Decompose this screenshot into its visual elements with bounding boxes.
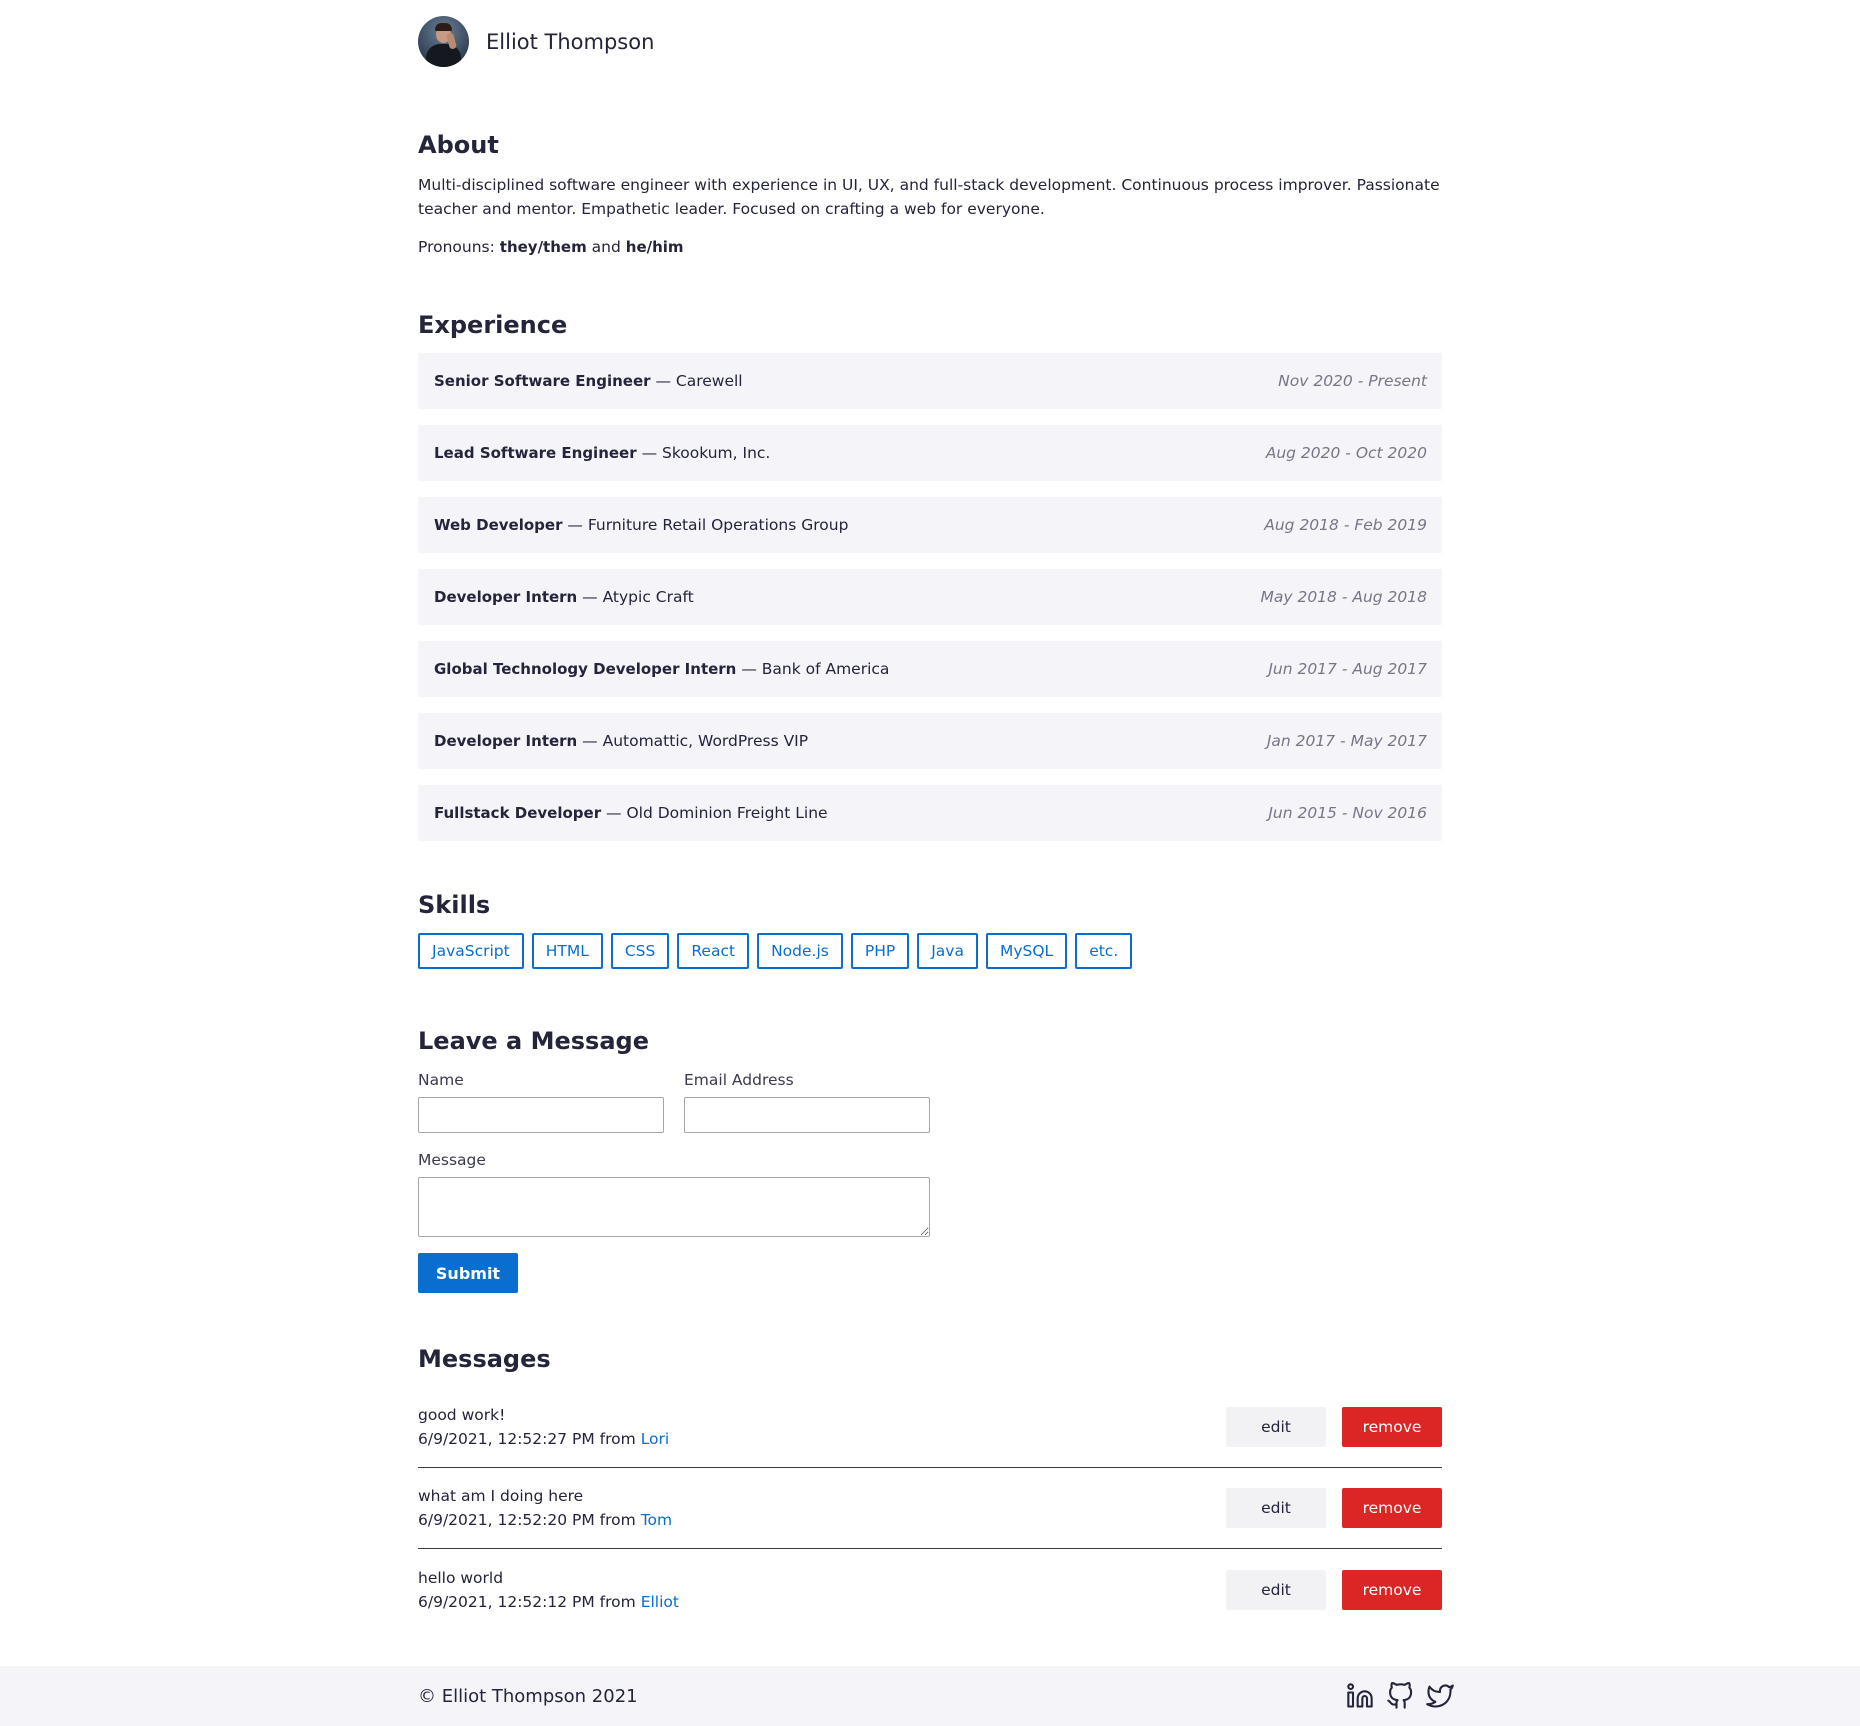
experience-role: Developer Intern [434,588,578,606]
message-from-label: from [599,1511,636,1529]
about-heading: About [418,131,499,159]
experience-dates: Aug 2020 - Oct 2020 [1265,444,1427,462]
remove-button[interactable]: remove [1342,1488,1442,1528]
message-timestamp: 6/9/2021, 12:52:20 PM [418,1511,595,1529]
about-text: Multi-disciplined software engineer with… [418,176,1440,218]
site-name[interactable]: Elliot Thompson [486,30,654,54]
edit-button[interactable]: edit [1226,1569,1326,1610]
pronoun-joiner: and [591,238,621,256]
message-label: Message [418,1151,486,1169]
message-timestamp: 6/9/2021, 12:52:12 PM [418,1592,595,1611]
remove-button[interactable]: remove [1342,1407,1442,1447]
remove-button[interactable]: remove [1342,1569,1442,1610]
experience-item: Web Developer — Furniture Retail Operati… [418,497,1442,553]
site-footer: © Elliot Thompson 2021 [0,1666,1860,1726]
twitter-icon[interactable] [1426,1682,1454,1710]
pronouns: Pronouns: they/them and he/him [418,238,684,256]
experience-dates: Aug 2018 - Feb 2019 [1264,516,1427,534]
experience-company: — Old Dominion Freight Line [606,804,828,822]
message-author[interactable]: Lori [641,1430,670,1448]
experience-item: Fullstack Developer — Old Dominion Freig… [418,785,1442,841]
experience-dates: Nov 2020 - Present [1278,372,1427,390]
experience-heading: Experience [418,311,568,339]
skill-tag[interactable]: MySQL [985,933,1068,969]
message-from-label: from [599,1430,636,1448]
experience-dates: Jun 2015 - Nov 2016 [1268,804,1427,822]
email-input[interactable] [684,1097,930,1133]
pronoun-he-him: he/him [625,238,684,256]
experience-company: — Atypic Craft [582,588,694,606]
experience-company: — Furniture Retail Operations Group [567,516,849,534]
message-meta: 6/9/2021, 12:52:20 PM from Tom [418,1508,672,1532]
edit-button[interactable]: edit [1226,1407,1326,1447]
message-from-label: from [599,1592,636,1611]
avatar [418,16,469,67]
messages-list: good work! 6/9/2021, 12:52:27 PM from Lo… [418,1387,1442,1630]
skill-tag[interactable]: HTML [531,933,603,969]
experience-dates: Jun 2017 - Aug 2017 [1268,660,1427,678]
experience-item: Lead Software Engineer — Skookum, Inc. A… [418,425,1442,481]
pronouns-label: Pronouns: [418,238,495,256]
message-author[interactable]: Tom [641,1511,672,1529]
experience-dates: Jan 2017 - May 2017 [1266,732,1427,750]
skill-tag[interactable]: etc. [1075,933,1133,969]
skill-tag[interactable]: PHP [850,933,910,969]
message-item: what am I doing here 6/9/2021, 12:52:20 … [418,1468,1442,1549]
message-item: good work! 6/9/2021, 12:52:27 PM from Lo… [418,1387,1442,1468]
message-text: good work! [418,1406,506,1424]
edit-button[interactable]: edit [1226,1488,1326,1528]
skill-tag[interactable]: Java [917,933,978,969]
experience-company: — Skookum, Inc. [641,444,771,462]
experience-role: Global Technology Developer Intern [434,660,737,678]
experience-company: — Bank of America [741,660,890,678]
email-label: Email Address [684,1071,794,1089]
skill-tag[interactable]: React [677,933,750,969]
site-header: Elliot Thompson [418,16,654,67]
linkedin-icon[interactable] [1346,1682,1374,1710]
github-icon[interactable] [1386,1682,1414,1710]
experience-company: — Automattic, WordPress VIP [582,732,809,750]
name-input[interactable] [418,1097,664,1133]
leave-message-heading: Leave a Message [418,1027,649,1055]
experience-role: Developer Intern [434,732,578,750]
experience-item: Senior Software Engineer — Carewell Nov … [418,353,1442,409]
experience-role: Fullstack Developer [434,804,602,822]
message-text: what am I doing here [418,1487,584,1505]
experience-item: Developer Intern — Atypic Craft May 2018… [418,569,1442,625]
experience-role: Web Developer [434,516,563,534]
skill-tag[interactable]: CSS [610,933,670,969]
experience-role: Lead Software Engineer [434,444,637,462]
experience-role: Senior Software Engineer [434,372,651,390]
message-timestamp: 6/9/2021, 12:52:27 PM [418,1430,595,1448]
experience-item: Global Technology Developer Intern — Ban… [418,641,1442,697]
submit-button[interactable]: Submit [418,1253,518,1293]
skills-heading: Skills [418,891,491,919]
name-label: Name [418,1071,464,1089]
message-textarea[interactable] [418,1177,930,1237]
skill-tag[interactable]: Node.js [757,933,843,969]
message-meta: 6/9/2021, 12:52:27 PM from Lori [418,1427,669,1451]
message-text: hello world [418,1568,504,1587]
social-links [1334,1682,1454,1710]
messages-heading: Messages [418,1345,551,1373]
message-author[interactable]: Elliot [641,1593,679,1611]
copyright: © Elliot Thompson 2021 [418,1685,638,1707]
experience-dates: May 2018 - Aug 2018 [1260,588,1427,606]
skills-list: JavaScript HTML CSS React Node.js PHP Ja… [418,933,1140,969]
pronoun-they-them: they/them [499,238,587,256]
experience-item: Developer Intern — Automattic, WordPress… [418,713,1442,769]
skill-tag[interactable]: JavaScript [418,933,524,969]
experience-list: Senior Software Engineer — Carewell Nov … [418,353,1442,857]
message-meta: 6/9/2021, 12:52:12 PM from Elliot [418,1590,679,1614]
experience-company: — Carewell [655,372,743,390]
message-item: hello world 6/9/2021, 12:52:12 PM from E… [418,1549,1442,1630]
